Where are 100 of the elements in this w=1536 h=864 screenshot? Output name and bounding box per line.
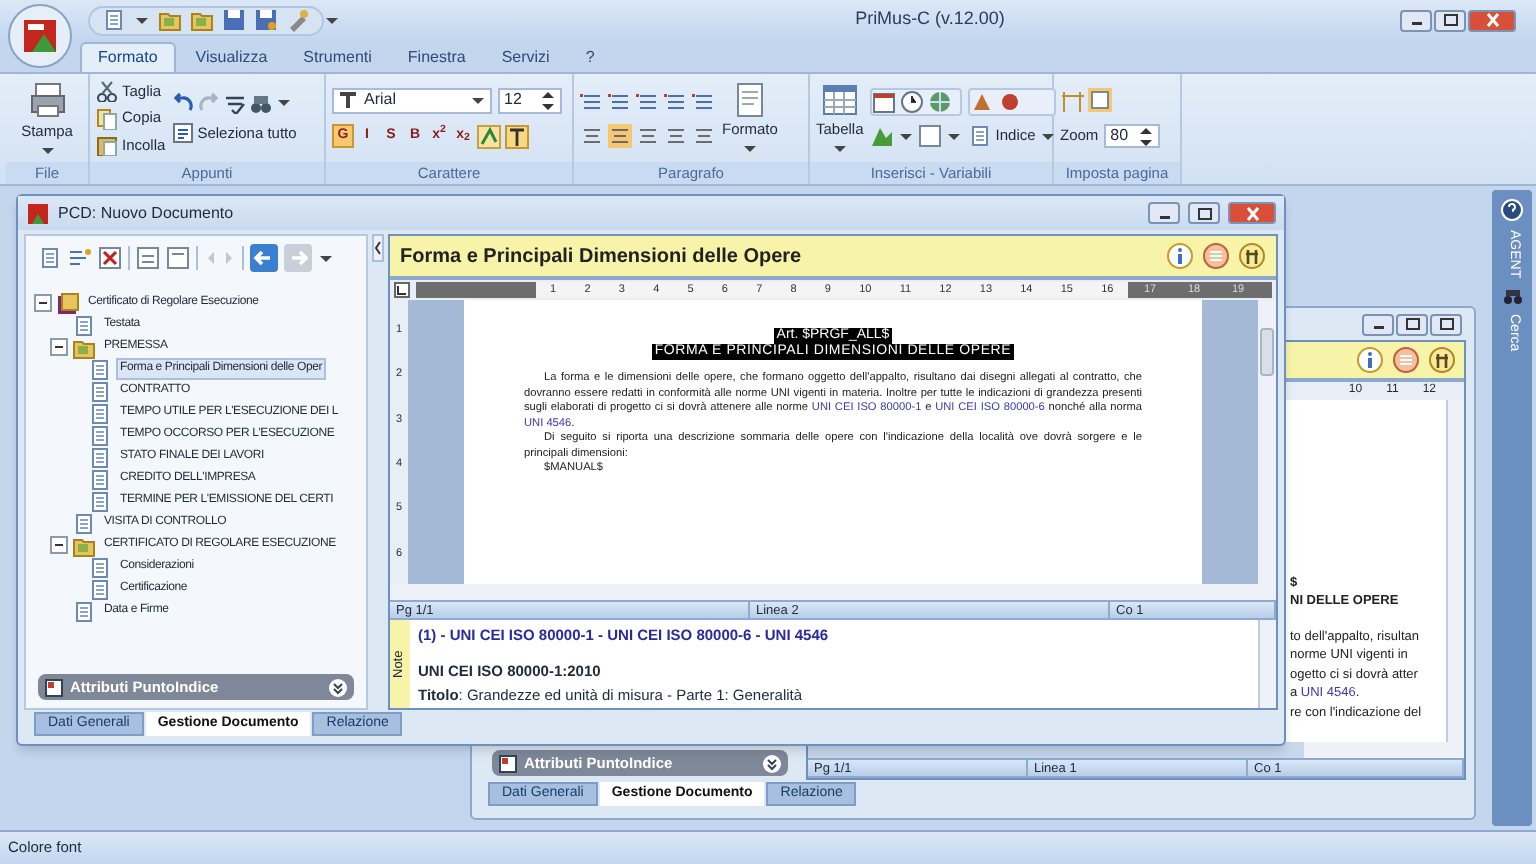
caret-icon[interactable] [897,130,914,142]
note-icon[interactable] [917,124,942,148]
page-icon [88,467,112,491]
ribbon-tab[interactable]: ? [569,42,611,72]
bullet-list-icon[interactable] [580,89,604,113]
page-setup-icon[interactable] [1088,88,1112,112]
font-family-field[interactable]: Arial [332,87,492,113]
maximize-button[interactable] [1396,313,1428,335]
ribbon-tab[interactable]: Finestra [391,42,482,72]
ribbon-tab[interactable]: Strumenti [287,42,388,72]
info-icon[interactable] [1166,242,1194,270]
maximize-button[interactable] [1434,9,1466,31]
caret-icon [741,141,758,154]
select-all-icon [171,122,194,144]
vertical-scrollbar[interactable] [1258,620,1276,708]
copy-icon [96,107,118,129]
margins-icon[interactable] [1060,88,1084,112]
info-icon[interactable] [1356,346,1384,374]
variable-icon[interactable] [997,90,1022,114]
binoculars-icon[interactable] [249,91,272,114]
panel-icon [498,753,518,773]
help-icon[interactable] [1500,198,1524,222]
page-icon [88,577,112,601]
minimize-button[interactable] [1148,202,1180,224]
page-icon [88,401,112,425]
maximize-icon [1195,205,1213,221]
caret-icon[interactable] [134,14,150,26]
caret-icon[interactable] [275,96,292,109]
close-button[interactable] [1228,202,1276,224]
align-right-icon[interactable] [636,123,660,147]
folder-icon[interactable] [158,8,182,32]
minimize-button[interactable] [1362,313,1394,335]
align-left-icon[interactable] [580,123,604,147]
vertical-scrollbar[interactable] [1258,300,1276,584]
new-document-icon[interactable] [102,8,126,32]
page-icon [88,555,112,579]
index-icon [967,124,992,148]
collapse-icon[interactable] [50,536,68,554]
ribbon-tab[interactable]: Visualizza [179,42,284,72]
save-icon[interactable] [254,8,278,32]
printer-icon [27,80,67,121]
folder-icon [72,533,96,557]
book-icon [56,291,80,315]
maximize-button[interactable] [1188,202,1220,224]
folder-icon[interactable] [190,8,214,32]
caret-icon [1039,130,1056,142]
page-icon [88,445,112,469]
tools-icon[interactable] [286,8,310,32]
maximize-icon [1441,12,1459,28]
text-highlight-icon[interactable] [476,123,502,149]
page-icon [88,357,112,381]
undo-icon[interactable] [171,91,194,114]
delete-icon[interactable] [98,246,122,270]
horizontal-scrollbar[interactable] [390,584,1276,600]
minimize-button[interactable] [1400,9,1432,31]
pilcrow-icon[interactable] [692,123,716,147]
page-icon [88,379,112,403]
caret-icon [39,143,55,156]
save-icon[interactable] [222,8,246,32]
close-icon [1483,12,1501,28]
list-icon[interactable] [1202,242,1230,270]
caret-icon [831,141,848,154]
ribbon-tab[interactable]: Formato [80,42,176,72]
align-center-icon[interactable] [608,123,632,147]
properties-icon[interactable] [68,246,92,270]
clock-icon[interactable] [899,90,924,114]
numbered-list-icon[interactable] [608,89,632,113]
collapse-icon[interactable] [34,294,52,312]
caret-icon[interactable] [945,130,962,142]
horizontal-rule-icon[interactable] [692,89,716,113]
customize-caret-icon[interactable] [324,14,340,26]
ribbon-tab[interactable]: Servizi [485,42,566,72]
collapse-icon[interactable] [50,338,68,356]
binoculars-icon[interactable] [1501,286,1523,307]
font-size-field[interactable]: 12 [498,87,562,113]
scroll-thumb[interactable] [1260,328,1274,376]
vertical-scrollbar[interactable] [1446,400,1464,742]
back-arrow-icon[interactable] [250,244,278,272]
page-icon [88,489,112,513]
increase-indent-icon[interactable] [664,89,688,113]
move-down-icon[interactable] [136,246,160,270]
app-menu-button[interactable] [8,4,72,68]
list-icon[interactable] [1392,346,1420,374]
horizontal-scrollbar[interactable] [1304,742,1464,758]
close-button[interactable] [1468,9,1516,31]
font-color-icon[interactable] [504,123,530,149]
justify-icon[interactable] [664,123,688,147]
decrease-indent-icon[interactable] [636,89,660,113]
tab-stop-icon[interactable] [394,282,410,298]
collapse-chevron-icon [328,677,348,697]
restore-button[interactable] [1430,313,1462,335]
calendar-icon[interactable] [871,90,896,114]
zoom-field[interactable]: 80 [1104,124,1161,148]
table-icon [821,82,858,119]
page-icon [72,599,96,623]
variable-icon[interactable] [969,90,994,114]
caret-icon[interactable] [318,252,334,264]
move-up-icon[interactable] [166,246,190,270]
spellcheck-icon[interactable] [223,91,246,114]
new-page-icon[interactable] [38,246,62,270]
